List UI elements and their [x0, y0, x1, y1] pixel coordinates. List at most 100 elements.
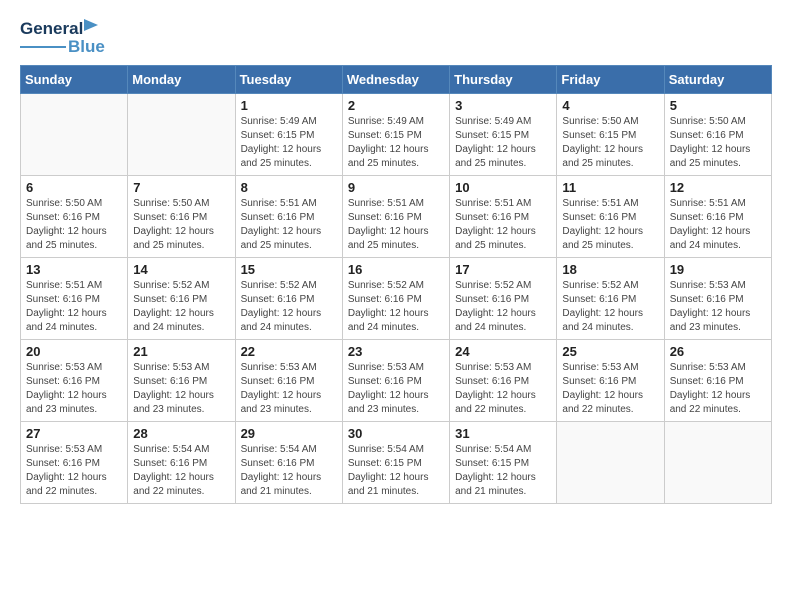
- cell-info: Sunrise: 5:50 AMSunset: 6:16 PMDaylight:…: [133, 198, 214, 251]
- calendar-table: Sunday Monday Tuesday Wednesday Thursday…: [20, 65, 772, 504]
- day-number: 9: [348, 180, 444, 195]
- calendar-week-row-1: 1 Sunrise: 5:49 AMSunset: 6:15 PMDaylight…: [21, 94, 772, 176]
- day-number: 24: [455, 344, 551, 359]
- calendar-cell: 14 Sunrise: 5:52 AMSunset: 6:16 PMDayligh…: [128, 258, 235, 340]
- day-number: 23: [348, 344, 444, 359]
- day-number: 2: [348, 98, 444, 113]
- cell-info: Sunrise: 5:50 AMSunset: 6:15 PMDaylight:…: [562, 116, 643, 169]
- day-number: 6: [26, 180, 122, 195]
- day-number: 22: [241, 344, 337, 359]
- day-number: 15: [241, 262, 337, 277]
- day-number: 17: [455, 262, 551, 277]
- calendar-cell: 1 Sunrise: 5:49 AMSunset: 6:15 PMDaylight…: [235, 94, 342, 176]
- cell-info: Sunrise: 5:52 AMSunset: 6:16 PMDaylight:…: [562, 280, 643, 333]
- logo: General Blue: [20, 18, 105, 55]
- day-number: 20: [26, 344, 122, 359]
- calendar-cell: 13Sunrise: 5:51 AMSunset: 6:16 PMDayligh…: [21, 258, 128, 340]
- calendar-cell: 29Sunrise: 5:54 AMSunset: 6:16 PMDayligh…: [235, 422, 342, 504]
- calendar-cell: 8 Sunrise: 5:51 AMSunset: 6:16 PMDaylight…: [235, 176, 342, 258]
- logo-blue-text: Blue: [68, 38, 105, 55]
- calendar-cell: 24 Sunrise: 5:53 AMSunset: 6:16 PMDayligh…: [450, 340, 557, 422]
- calendar-cell: 31Sunrise: 5:54 AMSunset: 6:15 PMDayligh…: [450, 422, 557, 504]
- logo-general-text: General: [20, 20, 83, 37]
- cell-info: Sunrise: 5:51 AMSunset: 6:16 PMDaylight:…: [562, 198, 643, 251]
- day-number: 5: [670, 98, 766, 113]
- calendar-cell: 19Sunrise: 5:53 AMSunset: 6:16 PMDayligh…: [664, 258, 771, 340]
- calendar-cell: [664, 422, 771, 504]
- calendar-cell: 17 Sunrise: 5:52 AMSunset: 6:16 PMDayligh…: [450, 258, 557, 340]
- cell-info: Sunrise: 5:53 AMSunset: 6:16 PMDaylight:…: [26, 444, 107, 497]
- calendar-header-row: Sunday Monday Tuesday Wednesday Thursday…: [21, 66, 772, 94]
- logo-flag-icon: [84, 18, 100, 38]
- calendar-cell: 28Sunrise: 5:54 AMSunset: 6:16 PMDayligh…: [128, 422, 235, 504]
- cell-info: Sunrise: 5:53 AMSunset: 6:16 PMDaylight:…: [348, 362, 429, 415]
- cell-info: Sunrise: 5:50 AMSunset: 6:16 PMDaylight:…: [26, 198, 107, 251]
- cell-info: Sunrise: 5:53 AMSunset: 6:16 PMDaylight:…: [670, 362, 751, 415]
- cell-info: Sunrise: 5:49 AMSunset: 6:15 PMDaylight:…: [241, 116, 322, 169]
- cell-info: Sunrise: 5:51 AMSunset: 6:16 PMDaylight:…: [241, 198, 322, 251]
- cell-info: Sunrise: 5:54 AMSunset: 6:16 PMDaylight:…: [133, 444, 214, 497]
- header-saturday: Saturday: [664, 66, 771, 94]
- day-number: 27: [26, 426, 122, 441]
- calendar-cell: 11 Sunrise: 5:51 AMSunset: 6:16 PMDayligh…: [557, 176, 664, 258]
- day-number: 13: [26, 262, 122, 277]
- calendar-cell: 4Sunrise: 5:50 AMSunset: 6:15 PMDaylight…: [557, 94, 664, 176]
- calendar-cell: 10 Sunrise: 5:51 AMSunset: 6:16 PMDayligh…: [450, 176, 557, 258]
- calendar-cell: [21, 94, 128, 176]
- calendar-cell: 16 Sunrise: 5:52 AMSunset: 6:16 PMDayligh…: [342, 258, 449, 340]
- calendar-cell: 5 Sunrise: 5:50 AMSunset: 6:16 PMDaylight…: [664, 94, 771, 176]
- calendar-cell: [557, 422, 664, 504]
- cell-info: Sunrise: 5:52 AMSunset: 6:16 PMDaylight:…: [241, 280, 322, 333]
- cell-info: Sunrise: 5:54 AMSunset: 6:15 PMDaylight:…: [348, 444, 429, 497]
- day-number: 11: [562, 180, 658, 195]
- day-number: 12: [670, 180, 766, 195]
- day-number: 1: [241, 98, 337, 113]
- cell-info: Sunrise: 5:54 AMSunset: 6:16 PMDaylight:…: [241, 444, 322, 497]
- day-number: 7: [133, 180, 229, 195]
- calendar-cell: 22 Sunrise: 5:53 AMSunset: 6:16 PMDayligh…: [235, 340, 342, 422]
- calendar-cell: 21 Sunrise: 5:53 AMSunset: 6:16 PMDayligh…: [128, 340, 235, 422]
- cell-info: Sunrise: 5:53 AMSunset: 6:16 PMDaylight:…: [133, 362, 214, 415]
- day-number: 10: [455, 180, 551, 195]
- day-number: 8: [241, 180, 337, 195]
- calendar-cell: 12 Sunrise: 5:51 AMSunset: 6:16 PMDayligh…: [664, 176, 771, 258]
- cell-info: Sunrise: 5:52 AMSunset: 6:16 PMDaylight:…: [133, 280, 214, 333]
- calendar-cell: 20 Sunrise: 5:53 AMSunset: 6:16 PMDayligh…: [21, 340, 128, 422]
- cell-info: Sunrise: 5:51 AMSunset: 6:16 PMDaylight:…: [348, 198, 429, 251]
- cell-info: Sunrise: 5:49 AMSunset: 6:15 PMDaylight:…: [455, 116, 536, 169]
- day-number: 21: [133, 344, 229, 359]
- calendar-cell: 3Sunrise: 5:49 AMSunset: 6:15 PMDaylight…: [450, 94, 557, 176]
- calendar-cell: 7 Sunrise: 5:50 AMSunset: 6:16 PMDaylight…: [128, 176, 235, 258]
- cell-info: Sunrise: 5:50 AMSunset: 6:16 PMDaylight:…: [670, 116, 751, 169]
- calendar-cell: 18Sunrise: 5:52 AMSunset: 6:16 PMDayligh…: [557, 258, 664, 340]
- calendar-week-row-4: 20 Sunrise: 5:53 AMSunset: 6:16 PMDayligh…: [21, 340, 772, 422]
- day-number: 16: [348, 262, 444, 277]
- calendar-cell: 15 Sunrise: 5:52 AMSunset: 6:16 PMDayligh…: [235, 258, 342, 340]
- cell-info: Sunrise: 5:52 AMSunset: 6:16 PMDaylight:…: [455, 280, 536, 333]
- cell-info: Sunrise: 5:53 AMSunset: 6:16 PMDaylight:…: [26, 362, 107, 415]
- day-number: 30: [348, 426, 444, 441]
- calendar-week-row-5: 27 Sunrise: 5:53 AMSunset: 6:16 PMDayligh…: [21, 422, 772, 504]
- page: General Blue Sunday Monday Tuesday Wedne…: [0, 0, 792, 612]
- cell-info: Sunrise: 5:49 AMSunset: 6:15 PMDaylight:…: [348, 116, 429, 169]
- cell-info: Sunrise: 5:53 AMSunset: 6:16 PMDaylight:…: [241, 362, 322, 415]
- header-thursday: Thursday: [450, 66, 557, 94]
- cell-info: Sunrise: 5:53 AMSunset: 6:16 PMDaylight:…: [562, 362, 643, 415]
- calendar-cell: 9 Sunrise: 5:51 AMSunset: 6:16 PMDaylight…: [342, 176, 449, 258]
- cell-info: Sunrise: 5:51 AMSunset: 6:16 PMDaylight:…: [670, 198, 751, 251]
- header-monday: Monday: [128, 66, 235, 94]
- calendar-cell: 25 Sunrise: 5:53 AMSunset: 6:16 PMDayligh…: [557, 340, 664, 422]
- header-wednesday: Wednesday: [342, 66, 449, 94]
- cell-info: Sunrise: 5:51 AMSunset: 6:16 PMDaylight:…: [455, 198, 536, 251]
- day-number: 25: [562, 344, 658, 359]
- day-number: 19: [670, 262, 766, 277]
- header-tuesday: Tuesday: [235, 66, 342, 94]
- calendar-cell: [128, 94, 235, 176]
- header-friday: Friday: [557, 66, 664, 94]
- cell-info: Sunrise: 5:52 AMSunset: 6:16 PMDaylight:…: [348, 280, 429, 333]
- calendar-cell: 2 Sunrise: 5:49 AMSunset: 6:15 PMDaylight…: [342, 94, 449, 176]
- cell-info: Sunrise: 5:53 AMSunset: 6:16 PMDaylight:…: [455, 362, 536, 415]
- day-number: 31: [455, 426, 551, 441]
- day-number: 14: [133, 262, 229, 277]
- calendar-week-row-3: 13Sunrise: 5:51 AMSunset: 6:16 PMDayligh…: [21, 258, 772, 340]
